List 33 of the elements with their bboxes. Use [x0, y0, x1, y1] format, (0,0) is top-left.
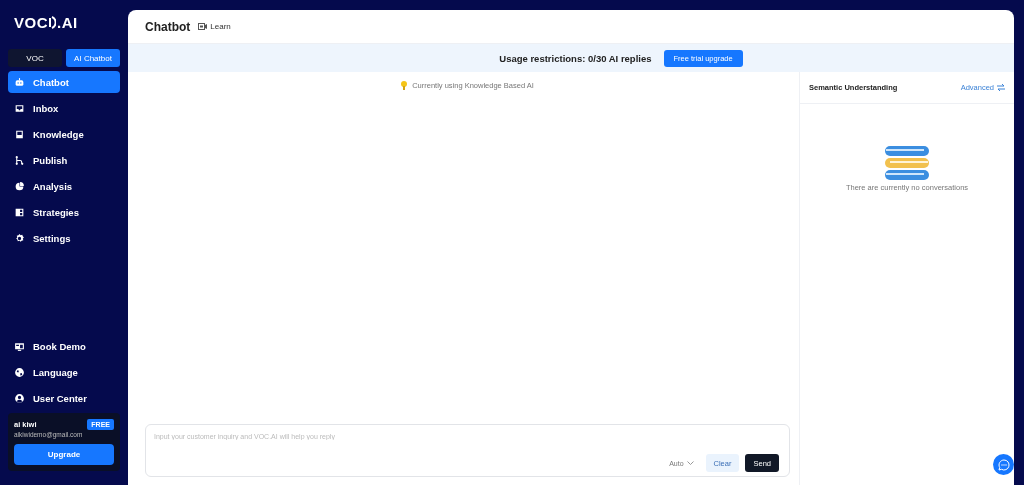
sidebar-item[interactable]: Settings — [8, 227, 120, 249]
logo-text: VOC — [14, 13, 48, 31]
sidebar-item[interactable]: Analysis — [8, 175, 120, 197]
upgrade-button[interactable]: Upgrade — [14, 444, 114, 465]
sidebar-item[interactable]: Book Demo — [8, 335, 120, 357]
user-icon — [14, 392, 25, 404]
books-drawing — [883, 146, 931, 180]
product-tab[interactable]: AI Chatbot — [66, 49, 120, 67]
video-icon — [198, 23, 208, 30]
sidebar-item[interactable]: Knowledge — [8, 123, 120, 145]
inbox-icon — [14, 102, 25, 114]
pie-chart-icon — [14, 180, 25, 192]
chevron-down-icon — [686, 461, 694, 465]
sidebar-item[interactable]: User Center — [8, 387, 120, 409]
logo-mark-icon — [49, 15, 56, 29]
book-icon — [14, 128, 25, 140]
product-tab[interactable]: VOC — [8, 49, 62, 67]
sidebar-item[interactable]: Strategies — [8, 201, 120, 223]
swap-icon — [997, 84, 1005, 91]
settings-icon — [14, 232, 25, 244]
branch-icon — [14, 154, 25, 166]
usage-text: Usage restrictions: 0/30 AI replies — [499, 52, 652, 64]
sidebar-item[interactable]: Inbox — [8, 97, 120, 119]
chat-bubble-icon — [997, 458, 1010, 471]
lightbulb-icon — [401, 81, 408, 90]
page-title: Chatbot — [145, 19, 191, 34]
robot-icon — [14, 76, 25, 88]
sidebar-item[interactable]: Chatbot — [8, 71, 120, 93]
sidebar-item[interactable]: Publish — [8, 149, 120, 171]
logo-text: .AI — [57, 13, 78, 31]
learn-link[interactable]: Learn — [198, 22, 231, 31]
sidebar-item[interactable]: Language — [8, 361, 120, 383]
layout-icon — [14, 206, 25, 218]
